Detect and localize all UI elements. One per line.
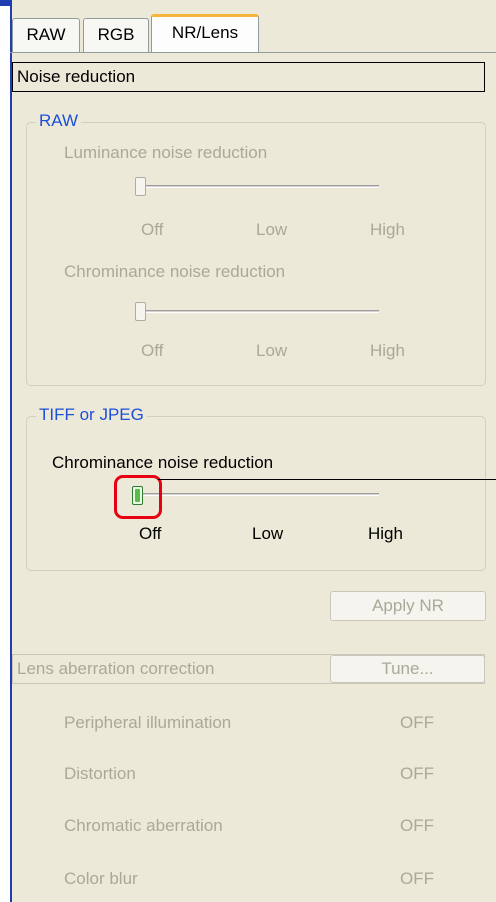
color-blur-label: Color blur bbox=[64, 869, 138, 888]
raw-chrominance-label: Chrominance noise reduction bbox=[64, 262, 286, 281]
raw-chrominance-tick-off: Off bbox=[141, 341, 164, 360]
raw-group-title: RAW bbox=[36, 111, 82, 131]
raw-luminance-tick-low: Low bbox=[256, 220, 288, 239]
tiff-chrominance-tick-high: High bbox=[368, 524, 403, 543]
apply-nr-button[interactable]: Apply NR bbox=[330, 591, 486, 621]
raw-luminance-slider-track bbox=[141, 185, 379, 188]
slider-thumb-highlight bbox=[114, 475, 162, 519]
noise-reduction-header: Noise reduction bbox=[12, 62, 485, 92]
distortion-label: Distortion bbox=[64, 764, 136, 783]
tune-button[interactable]: Tune... bbox=[330, 655, 485, 683]
callout-line bbox=[158, 479, 496, 480]
tiff-chrominance-label: Chrominance noise reduction bbox=[52, 453, 274, 472]
tab-nr-lens[interactable]: NR/Lens bbox=[151, 14, 259, 53]
raw-chrominance-tick-high: High bbox=[370, 341, 405, 360]
raw-luminance-label: Luminance noise reduction bbox=[64, 143, 268, 162]
raw-chrominance-tick-low: Low bbox=[256, 341, 288, 360]
raw-luminance-tick-off: Off bbox=[141, 220, 164, 239]
tiff-chrominance-slider-track[interactable] bbox=[141, 493, 379, 496]
tab-strip-divider bbox=[10, 52, 496, 53]
raw-chrominance-slider-thumb bbox=[135, 302, 146, 321]
peripheral-illumination-label: Peripheral illumination bbox=[64, 713, 232, 732]
chromatic-aberration-value: OFF bbox=[400, 816, 434, 835]
tiff-chrominance-tick-off: Off bbox=[139, 524, 162, 543]
raw-luminance-slider-thumb bbox=[135, 177, 146, 196]
tiff-chrominance-tick-low: Low bbox=[252, 524, 284, 543]
raw-luminance-tick-high: High bbox=[370, 220, 405, 239]
distortion-value: OFF bbox=[400, 764, 434, 783]
tab-rgb[interactable]: RGB bbox=[83, 18, 149, 52]
tiff-jpeg-group-title: TIFF or JPEG bbox=[36, 405, 147, 425]
peripheral-illumination-value: OFF bbox=[400, 713, 434, 732]
tab-raw[interactable]: RAW bbox=[12, 18, 80, 52]
raw-chrominance-slider-track bbox=[141, 310, 379, 313]
chromatic-aberration-label: Chromatic aberration bbox=[64, 816, 223, 835]
color-blur-value: OFF bbox=[400, 869, 434, 888]
